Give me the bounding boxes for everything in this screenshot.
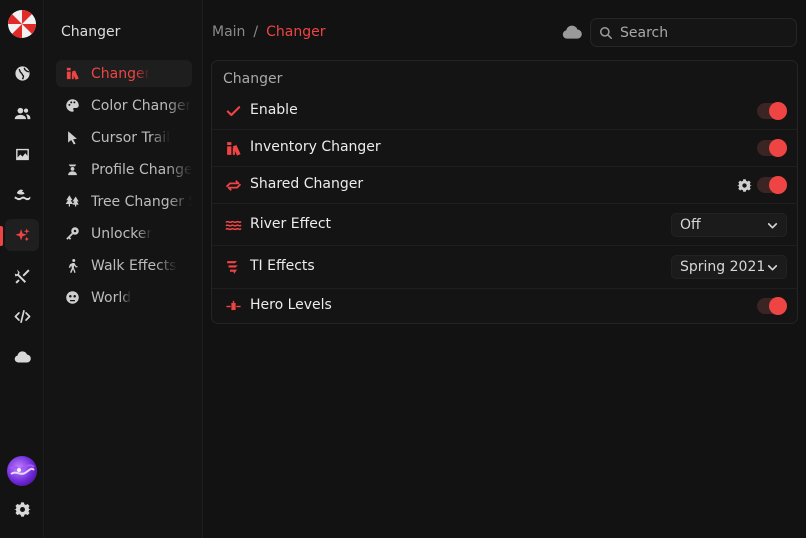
- row-enable: Enable: [212, 93, 797, 130]
- inventory-icon: [224, 139, 242, 157]
- enable-toggle[interactable]: [757, 102, 787, 120]
- select-value: Off: [680, 217, 701, 233]
- avatar[interactable]: [7, 456, 37, 486]
- search-input[interactable]: [620, 24, 790, 41]
- subnav-item-unlocker[interactable]: Unlocker: [56, 220, 192, 247]
- chevron-down-icon: [766, 219, 779, 232]
- toggle-knob: [769, 139, 787, 157]
- subnav-title: Changer: [61, 24, 121, 40]
- chevron-down-icon: [766, 261, 779, 274]
- subnav-item-color-changer[interactable]: Color Changer: [56, 92, 192, 119]
- row-label: Inventory Changer: [250, 139, 381, 155]
- inventory-icon: [64, 66, 80, 82]
- subnav-item-label: Changer: [91, 65, 151, 82]
- subnav-item-label: World: [91, 289, 132, 306]
- subnav-item-label: Unlocker: [91, 225, 153, 242]
- tree-icon: [64, 194, 80, 210]
- breadcrumb: Main / Changer: [212, 24, 326, 40]
- subnav-item-world[interactable]: World: [56, 284, 192, 311]
- rail-item-river[interactable]: [5, 178, 39, 210]
- subnav-item-label: Profile Changer: [91, 161, 192, 178]
- sub-navigation: Changer Changer Color Changer Cursor Tra…: [45, 0, 203, 538]
- sparkle-icon: [14, 227, 31, 244]
- toggle-knob: [769, 176, 787, 194]
- main-content: Main / Changer Changer Enable Inventory …: [204, 0, 806, 538]
- users-icon: [14, 105, 31, 122]
- globe-icon: [14, 65, 31, 82]
- row-label: Shared Changer: [250, 176, 364, 192]
- row-label: Hero Levels: [250, 297, 332, 313]
- search-icon: [599, 26, 620, 40]
- row-river-effect: River Effect Off: [212, 204, 797, 246]
- subnav-item-cursor-trail[interactable]: Cursor Trail: [56, 124, 192, 151]
- waves-icon: [224, 216, 242, 234]
- toggle-knob: [769, 102, 787, 120]
- inventory-changer-toggle[interactable]: [757, 139, 787, 157]
- row-label: TI Effects: [250, 258, 315, 274]
- breadcrumb-main-link[interactable]: Main: [212, 24, 245, 40]
- subnav-item-walk-effects[interactable]: Walk Effects: [56, 252, 192, 279]
- rail-item-sparkle[interactable]: [5, 219, 39, 251]
- row-ti-effects: TI Effects Spring 2021: [212, 246, 797, 289]
- subnav-item-changer[interactable]: Changer: [56, 60, 192, 87]
- row-hero-levels: Hero Levels: [212, 289, 797, 323]
- walk-icon: [64, 258, 80, 274]
- world-icon: [64, 290, 80, 306]
- tools-icon: [14, 268, 31, 285]
- shared-icon: [224, 176, 242, 194]
- row-label: River Effect: [250, 216, 332, 232]
- subnav-item-label: Cursor Trail: [91, 129, 171, 146]
- key-icon: [64, 226, 80, 242]
- breadcrumb-current: Changer: [266, 24, 326, 40]
- row-shared-changer: Shared Changer: [212, 167, 797, 204]
- rail-item-code[interactable]: [5, 300, 39, 332]
- gear-icon: [736, 178, 752, 193]
- profile-icon: [64, 162, 80, 178]
- subnav-item-profile-changer[interactable]: Profile Changer: [56, 156, 192, 183]
- code-icon: [14, 308, 31, 325]
- river-effect-select[interactable]: Off: [671, 213, 787, 237]
- cloud-sync-icon[interactable]: [562, 24, 582, 40]
- panel-title: Changer: [223, 71, 283, 87]
- river-icon: [14, 186, 31, 203]
- hero-icon: [224, 297, 242, 315]
- shared-changer-settings-button[interactable]: [736, 177, 752, 193]
- rail-item-globe[interactable]: [5, 57, 39, 89]
- rail-active-indicator: [0, 226, 3, 246]
- select-value: Spring 2021: [680, 259, 766, 275]
- check-icon: [224, 102, 242, 120]
- hero-levels-toggle[interactable]: [757, 297, 787, 315]
- ti-icon: [224, 258, 242, 276]
- cursor-icon: [64, 130, 80, 146]
- umbrella-logo-icon[interactable]: [7, 9, 37, 39]
- shared-changer-toggle[interactable]: [757, 176, 787, 194]
- row-inventory-changer: Inventory Changer: [212, 130, 797, 167]
- subnav-item-label: Color Changer: [91, 97, 192, 114]
- gear-icon: [13, 501, 31, 518]
- rail-item-cloud[interactable]: [5, 341, 39, 373]
- subnav-list: Changer Color Changer Cursor Trail Profi…: [56, 60, 192, 316]
- rail-item-tools[interactable]: [5, 260, 39, 292]
- rail-item-image[interactable]: [5, 138, 39, 170]
- row-label: Enable: [250, 102, 298, 118]
- search-box[interactable]: [590, 18, 797, 47]
- palette-icon: [64, 98, 80, 114]
- subnav-item-tree-changer[interactable]: Tree Changer Settings: [56, 188, 192, 215]
- icon-rail: [0, 0, 44, 538]
- toggle-knob: [769, 297, 787, 315]
- cloud-icon: [14, 349, 31, 366]
- subnav-item-label: Walk Effects: [91, 257, 177, 274]
- breadcrumb-separator: /: [253, 24, 259, 40]
- settings-button[interactable]: [5, 493, 39, 525]
- subnav-item-label: Tree Changer Settings: [91, 193, 192, 210]
- changer-panel: Changer Enable Inventory Changer Shared …: [211, 60, 798, 324]
- ti-effects-select[interactable]: Spring 2021: [671, 255, 787, 279]
- rail-item-users[interactable]: [5, 97, 39, 129]
- image-icon: [14, 146, 31, 163]
